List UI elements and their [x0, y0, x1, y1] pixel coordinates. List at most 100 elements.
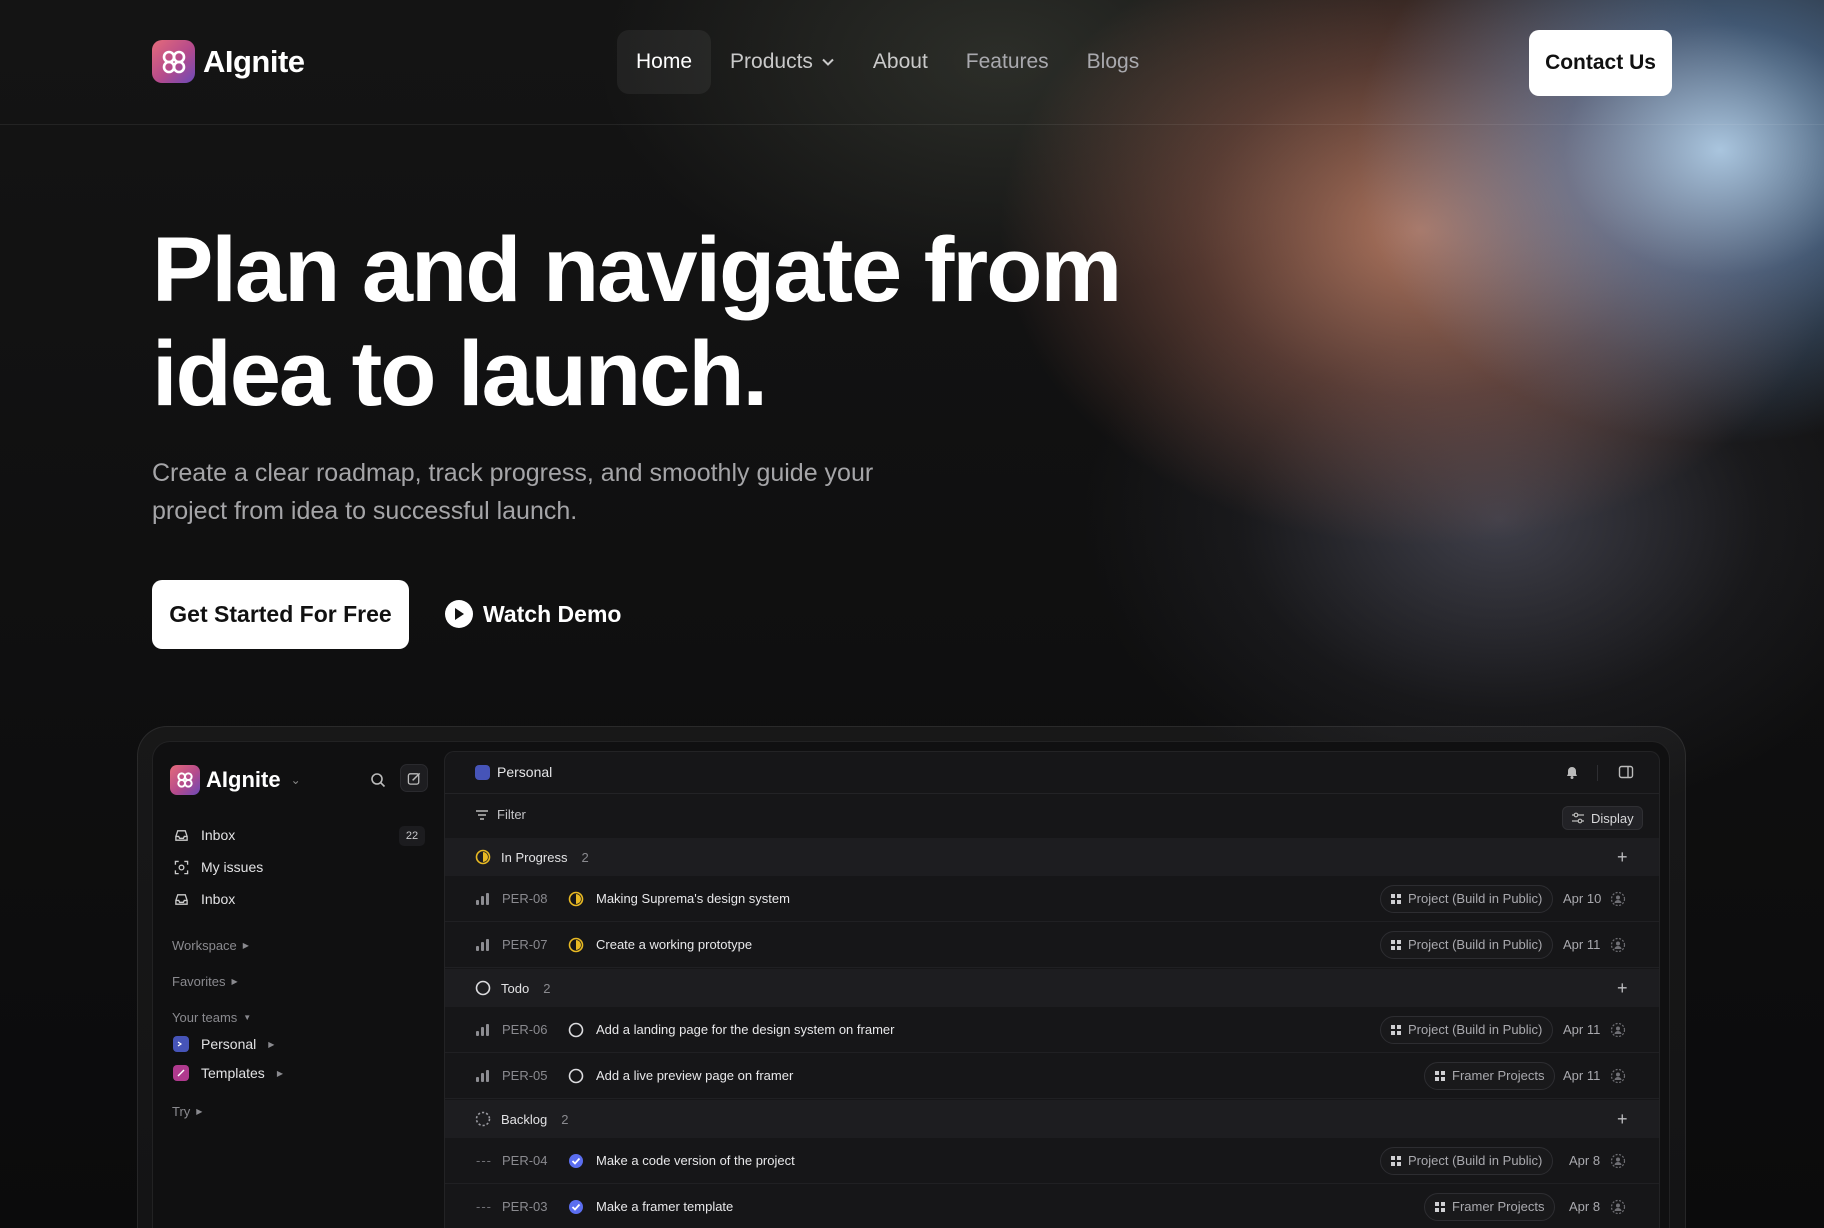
hero-subtitle-line-2: project from idea to successful launch.: [152, 497, 578, 525]
filter-label: Filter: [497, 807, 526, 822]
project-icon: [1435, 1070, 1445, 1081]
chevron-down-icon: [822, 58, 834, 66]
project-chip[interactable]: Project (Build in Public): [1380, 930, 1554, 959]
project-label: Project (Build in Public): [1408, 891, 1543, 906]
assignee-icon[interactable]: [1610, 1153, 1626, 1169]
add-issue-icon[interactable]: +: [1617, 1109, 1628, 1130]
project-icon: [1391, 939, 1401, 950]
breadcrumb-label: Personal: [497, 764, 553, 780]
group-count: 2: [561, 1111, 569, 1127]
filter-icon: [476, 809, 488, 820]
search-icon[interactable]: [365, 767, 391, 793]
bell-icon[interactable]: [1564, 764, 1580, 785]
sidebar-team-personal[interactable]: Personal ▶: [173, 1036, 274, 1052]
nav-links: Home Products About Features Blogs: [617, 30, 1158, 94]
project-chip[interactable]: Project (Build in Public): [1380, 1146, 1554, 1175]
workspace-name: AIgnite: [206, 767, 281, 792]
group-todo[interactable]: Todo 2 +: [445, 969, 1659, 1007]
sidebar-item-my-issues[interactable]: My issues: [173, 859, 263, 875]
priority-icon: [476, 1069, 489, 1082]
nav-blogs[interactable]: Blogs: [1068, 30, 1159, 94]
app-preview: AIgnite ⌄ Inbox 2 2 My issues Inbox Works…: [152, 741, 1670, 1228]
issue-row[interactable]: PER-08 Making Suprema's design system Pr…: [445, 876, 1659, 922]
group-count: 2: [543, 980, 551, 996]
group-label: In Progress 2: [475, 849, 589, 865]
display-button[interactable]: Display: [1562, 806, 1643, 830]
group-name: In Progress: [501, 849, 568, 865]
section-favorites[interactable]: Favorites ▶: [172, 974, 238, 989]
brand[interactable]: AIgnite: [152, 40, 305, 83]
project-chip[interactable]: Project (Build in Public): [1380, 884, 1554, 913]
project-chip[interactable]: Framer Projects: [1424, 1192, 1556, 1221]
issue-row[interactable]: --- PER-03 Make a framer template Framer…: [445, 1184, 1659, 1228]
sliders-icon: [1572, 812, 1584, 824]
compose-icon[interactable]: [400, 764, 428, 792]
nav-products-label: Products: [730, 50, 813, 73]
filter-bar: Filter: [445, 794, 1659, 838]
caret-right-icon: ▶: [268, 1039, 275, 1049]
issue-title: Add a landing page for the design system…: [596, 1022, 895, 1037]
section-try[interactable]: Try ▶: [172, 1104, 202, 1119]
section-label: Try: [172, 1104, 191, 1119]
group-label: Backlog 2: [475, 1111, 568, 1127]
sidebar-item-label: Templates: [201, 1065, 265, 1081]
watch-demo-button[interactable]: Watch Demo: [445, 600, 621, 628]
sidebar-item-inbox[interactable]: Inbox: [173, 827, 235, 843]
section-label: Your teams: [172, 1010, 238, 1025]
nav-home[interactable]: Home: [617, 30, 712, 94]
top-navigation: AIgnite Home Products About Features Blo…: [0, 0, 1824, 125]
issue-date: Apr 11: [1563, 937, 1601, 952]
section-your-teams[interactable]: Your teams ▼: [172, 1010, 251, 1025]
done-check-icon: [568, 1153, 584, 1169]
group-in-progress[interactable]: In Progress 2 +: [445, 838, 1659, 876]
project-label: Project (Build in Public): [1408, 937, 1543, 952]
issue-title: Add a live preview page on framer: [596, 1068, 794, 1083]
todo-icon: [568, 1068, 584, 1084]
add-issue-icon[interactable]: +: [1617, 847, 1628, 868]
sidebar-team-templates[interactable]: Templates ▶: [173, 1065, 283, 1081]
project-label: Project (Build in Public): [1408, 1022, 1543, 1037]
hero-subtitle: Create a clear roadmap, track progress, …: [152, 454, 912, 530]
get-started-button[interactable]: Get Started For Free: [152, 580, 409, 649]
section-workspace[interactable]: Workspace ▶: [172, 938, 249, 953]
play-icon: [445, 600, 473, 628]
hero-subtitle-line-1: Create a clear roadmap, track progress, …: [152, 459, 874, 487]
project-icon: [1391, 893, 1401, 904]
nav-products[interactable]: Products: [711, 30, 854, 94]
add-issue-icon[interactable]: +: [1617, 978, 1628, 999]
sidebar-toggle-icon[interactable]: [1618, 764, 1634, 785]
project-chip[interactable]: Project (Build in Public): [1380, 1015, 1554, 1044]
hero-title-line-2: idea to launch.: [152, 323, 768, 425]
workspace-switcher[interactable]: AIgnite ⌄: [170, 765, 301, 795]
sidebar-item-label: Inbox: [201, 827, 236, 843]
project-label: Project (Build in Public): [1408, 1153, 1543, 1168]
hero-title-line-1: Plan and navigate from: [152, 219, 1122, 321]
contact-us-button[interactable]: Contact Us: [1529, 30, 1672, 96]
assignee-icon[interactable]: [1610, 1199, 1626, 1215]
filter-button[interactable]: Filter: [475, 807, 526, 822]
nav-about[interactable]: About: [854, 30, 947, 94]
issue-row[interactable]: PER-07 Create a working prototype Projec…: [445, 922, 1659, 968]
issue-row[interactable]: PER-06 Add a landing page for the design…: [445, 1007, 1659, 1053]
issue-title: Making Suprema's design system: [596, 891, 790, 906]
project-chip[interactable]: Framer Projects: [1424, 1061, 1556, 1090]
assignee-icon[interactable]: [1610, 937, 1626, 953]
watch-demo-label: Watch Demo: [483, 600, 622, 627]
panel-topbar: Personal: [445, 752, 1659, 794]
breadcrumb[interactable]: Personal: [475, 764, 552, 780]
issue-date: Apr 10: [1563, 891, 1602, 906]
assignee-icon[interactable]: [1610, 1022, 1626, 1038]
group-backlog[interactable]: Backlog 2 +: [445, 1100, 1659, 1138]
sidebar-item-inbox-2[interactable]: Inbox: [173, 891, 235, 907]
issue-row[interactable]: PER-05 Add a live preview page on framer…: [445, 1053, 1659, 1099]
nav-features[interactable]: Features: [947, 30, 1068, 94]
assignee-icon[interactable]: [1610, 891, 1626, 907]
hero-title: Plan and navigate from idea to launch.: [152, 218, 1352, 426]
issue-id: PER-06: [502, 1022, 548, 1037]
issue-id: PER-05: [502, 1068, 548, 1083]
priority-icon: [476, 938, 489, 951]
issue-row[interactable]: --- PER-04 Make a code version of the pr…: [445, 1138, 1659, 1184]
assignee-icon[interactable]: [1610, 1068, 1626, 1084]
display-label: Display: [1591, 810, 1634, 826]
group-name: Todo: [501, 980, 530, 996]
